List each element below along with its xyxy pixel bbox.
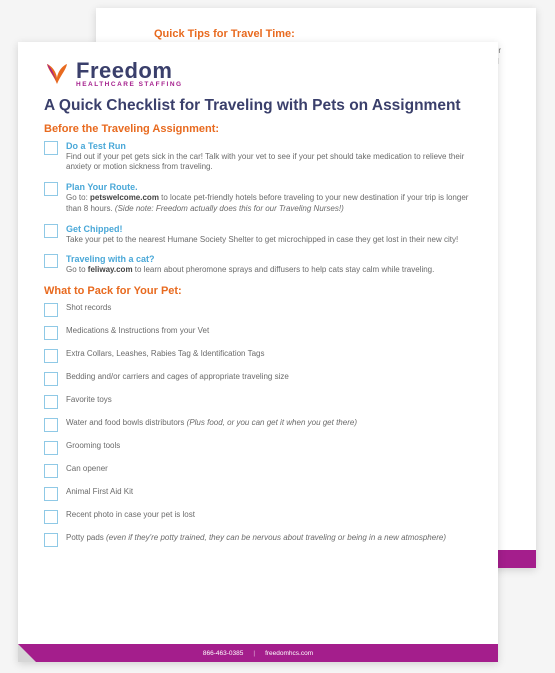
item-text: Shot records <box>66 303 111 314</box>
page-corner-fold <box>18 644 36 662</box>
checkbox[interactable] <box>44 510 58 524</box>
checkbox[interactable] <box>44 141 58 155</box>
item-text: Water and food bowls distributors (Plus … <box>66 418 357 429</box>
checkbox[interactable] <box>44 533 58 547</box>
list-item: Medications & Instructions from your Vet <box>44 326 472 340</box>
item-text: Find out if your pet gets sick in the ca… <box>66 152 472 174</box>
list-item: Do a Test RunFind out if your pet gets s… <box>44 141 472 174</box>
list-item: Grooming tools <box>44 441 472 455</box>
logo: Freedom HEALTHCARE STAFFING <box>44 60 472 89</box>
item-heading: Do a Test Run <box>66 141 472 151</box>
checkbox[interactable] <box>44 441 58 455</box>
checkbox[interactable] <box>44 349 58 363</box>
section-header: What to Pack for Your Pet: <box>44 285 472 297</box>
footer-phone: 866-463-0385 <box>203 650 243 657</box>
item-text: Recent photo in case your pet is lost <box>66 510 195 521</box>
item-text: Extra Collars, Leashes, Rabies Tag & Ide… <box>66 349 264 360</box>
item-text: Can opener <box>66 464 108 475</box>
list-item: Plan Your Route.Go to: petswelcome.com t… <box>44 182 472 215</box>
item-text: Potty pads (even if they're potty traine… <box>66 533 446 544</box>
item-heading: Plan Your Route. <box>66 182 472 192</box>
logo-text-main: Freedom <box>76 60 183 82</box>
checkbox[interactable] <box>44 326 58 340</box>
list-item: Favorite toys <box>44 395 472 409</box>
item-text: Animal First Aid Kit <box>66 487 133 498</box>
footer-separator: | <box>253 650 255 657</box>
item-heading: Get Chipped! <box>66 224 472 234</box>
list-item: Animal First Aid Kit <box>44 487 472 501</box>
list-item: Can opener <box>44 464 472 478</box>
item-text: Go to feliway.com to learn about pheromo… <box>66 265 472 276</box>
checkbox[interactable] <box>44 303 58 317</box>
butterfly-icon <box>44 60 70 88</box>
document-page-front: Freedom HEALTHCARE STAFFING A Quick Chec… <box>18 42 498 662</box>
list-item: Extra Collars, Leashes, Rabies Tag & Ide… <box>44 349 472 363</box>
list-item: Bedding and/or carriers and cages of app… <box>44 372 472 386</box>
checkbox[interactable] <box>44 224 58 238</box>
item-text: Favorite toys <box>66 395 112 406</box>
list-item: Potty pads (even if they're potty traine… <box>44 533 472 547</box>
section-header-back: Quick Tips for Travel Time: <box>154 28 508 40</box>
item-heading: Traveling with a cat? <box>66 254 472 264</box>
list-item: Traveling with a cat?Go to feliway.com t… <box>44 254 472 276</box>
item-text: Go to: petswelcome.com to locate pet-fri… <box>66 193 472 215</box>
list-item: Recent photo in case your pet is lost <box>44 510 472 524</box>
item-text: Take your pet to the nearest Humane Soci… <box>66 235 472 246</box>
item-text: Grooming tools <box>66 441 120 452</box>
page-title: A Quick Checklist for Traveling with Pet… <box>44 97 472 115</box>
logo-text-sub: HEALTHCARE STAFFING <box>76 82 183 89</box>
item-text: Medications & Instructions from your Vet <box>66 326 209 337</box>
list-item: Shot records <box>44 303 472 317</box>
list-item: Get Chipped!Take your pet to the nearest… <box>44 224 472 246</box>
checkbox[interactable] <box>44 254 58 268</box>
section-header: Before the Traveling Assignment: <box>44 123 472 135</box>
checkbox[interactable] <box>44 372 58 386</box>
checkbox[interactable] <box>44 464 58 478</box>
checkbox[interactable] <box>44 395 58 409</box>
checkbox[interactable] <box>44 182 58 196</box>
checkbox[interactable] <box>44 418 58 432</box>
list-item: Water and food bowls distributors (Plus … <box>44 418 472 432</box>
footer-site: freedomhcs.com <box>265 650 313 657</box>
item-text: Bedding and/or carriers and cages of app… <box>66 372 289 383</box>
checkbox[interactable] <box>44 487 58 501</box>
footer-bar: 866-463-0385 | freedomhcs.com <box>18 644 498 662</box>
